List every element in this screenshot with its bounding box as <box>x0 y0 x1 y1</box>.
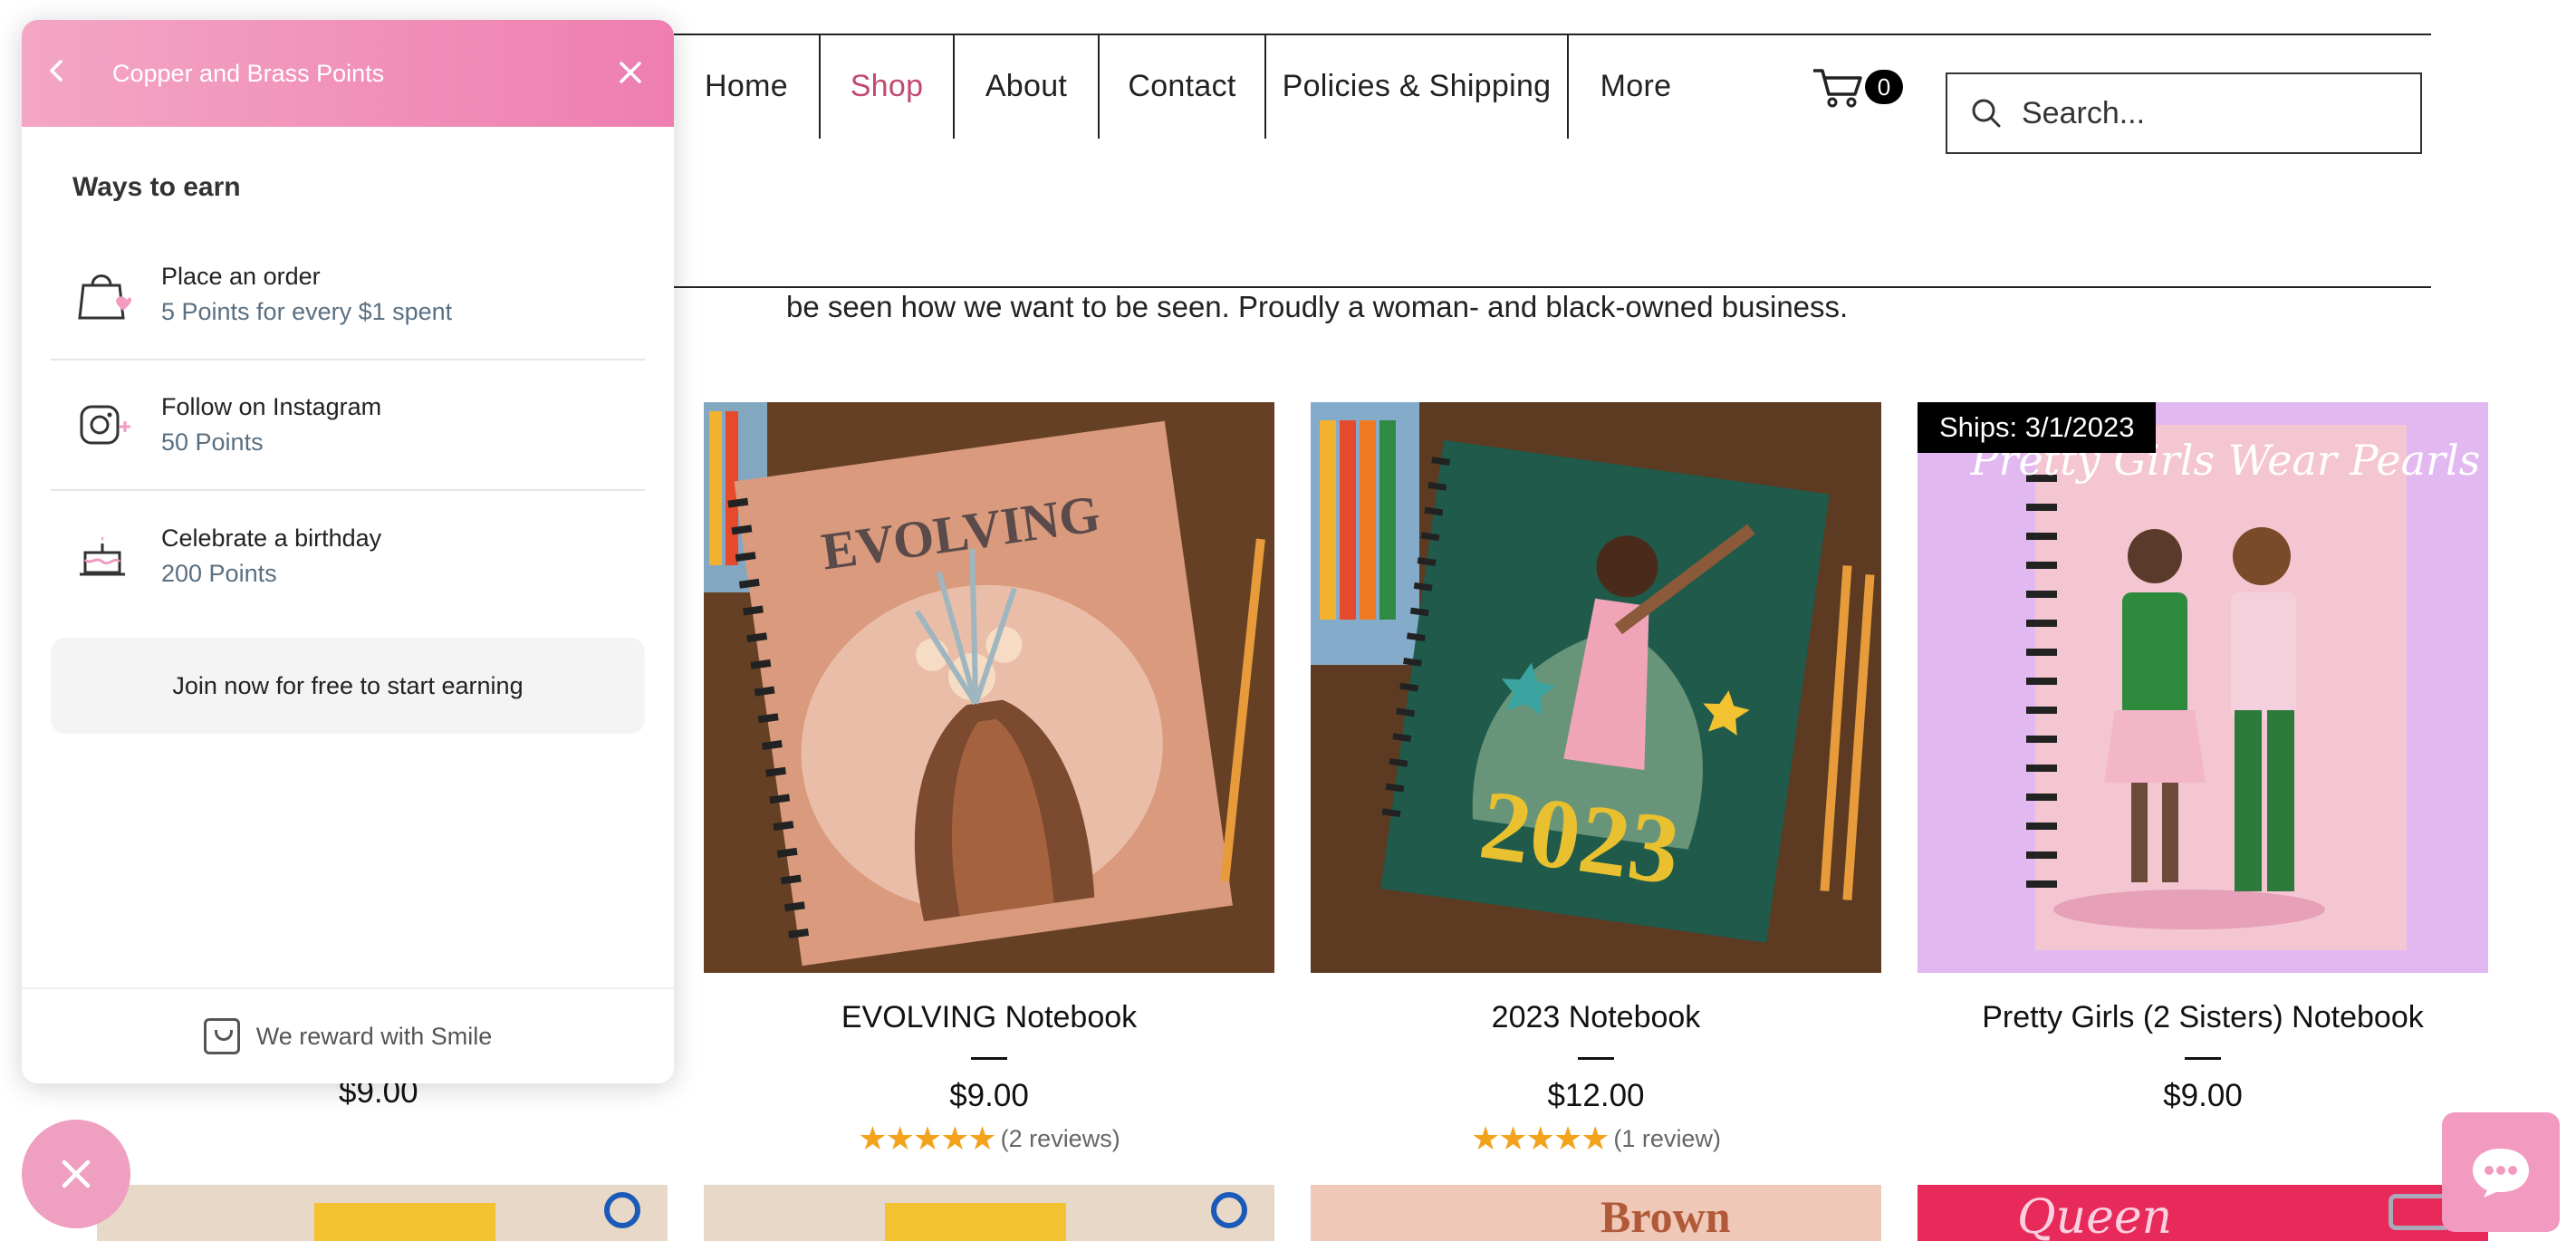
product-thumb-partial-2[interactable] <box>704 1185 1274 1241</box>
product-name[interactable]: EVOLVING Notebook <box>704 1000 1274 1035</box>
product-divider <box>1578 1057 1614 1060</box>
earn-title: Place an order <box>161 263 321 290</box>
join-now-button[interactable]: Join now for free to start earning <box>51 638 645 734</box>
earn-list: Place an order 5 Points for every $1 spe… <box>51 230 645 621</box>
intro-text: be seen how we want to be seen. Proudly … <box>786 290 1849 323</box>
product-image-2023[interactable]: 2023 <box>1311 402 1881 973</box>
product-card-2023[interactable]: 2023 2023 Notebook $12.00 ★★★★★ (1 revie… <box>1311 402 1881 1158</box>
product-price: $12.00 <box>1547 1078 1645 1113</box>
product-name[interactable]: Pretty Girls (2 Sisters) Notebook <box>1918 1000 2488 1035</box>
main-nav: Home Shop About Contact Policies & Shipp… <box>674 34 1703 139</box>
product-image-evolving[interactable]: EVOLVING <box>704 402 1274 973</box>
thumb-label-brown: Brown <box>1600 1191 1731 1241</box>
product-name[interactable]: 2023 Notebook <box>1311 1000 1881 1035</box>
review-count: (1 review) <box>1613 1124 1721 1152</box>
earn-item-birthday[interactable]: Celebrate a birthday 200 Points <box>51 491 645 621</box>
earn-title: Celebrate a birthday <box>161 524 382 552</box>
product-image-pretty-girls[interactable]: Pretty Girls Wear Pearls Ships: 3/1/2023 <box>1918 402 2488 973</box>
nav-policies-shipping[interactable]: Policies & Shipping <box>1264 34 1567 139</box>
search-input[interactable] <box>2022 95 2402 131</box>
earn-item-instagram[interactable]: Follow on Instagram 50 Points <box>51 361 645 491</box>
earn-points: 50 Points <box>161 428 264 456</box>
loyalty-panel: Copper and Brass Points Ways to earn Pla… <box>22 20 674 1083</box>
product-card-evolving[interactable]: EVOLVING EVOLVING Notebook $9.00 ★★★★★ (… <box>704 402 1274 1158</box>
nav-contact[interactable]: Contact <box>1098 34 1264 139</box>
rewards-launcher-close-button[interactable] <box>22 1120 130 1228</box>
nav-shop[interactable]: Shop <box>819 34 953 139</box>
star-rating-icon: ★★★★★ <box>1471 1120 1610 1157</box>
product-divider <box>971 1057 1007 1060</box>
smile-logo-icon <box>203 1018 240 1054</box>
panel-title: Copper and Brass Points <box>112 59 385 87</box>
header-bottom-rule <box>674 286 2431 288</box>
product-price: $9.00 <box>949 1078 1029 1113</box>
cart-count-badge: 0 <box>1865 70 1903 104</box>
earn-points: 5 Points for every $1 spent <box>161 298 453 325</box>
product-thumb-partial-1[interactable] <box>97 1185 668 1241</box>
ships-date-badge: Ships: 3/1/2023 <box>1918 402 2157 453</box>
star-rating-icon: ★★★★★ <box>858 1120 996 1157</box>
product-rating[interactable]: ★★★★★ (2 reviews) <box>704 1120 1274 1158</box>
earn-title: Follow on Instagram <box>161 393 382 420</box>
nav-home[interactable]: Home <box>674 34 819 139</box>
close-icon[interactable] <box>612 54 649 92</box>
chat-button[interactable] <box>2442 1112 2560 1232</box>
earn-points: 200 Points <box>161 560 277 587</box>
product-price: $9.00 <box>2163 1078 2243 1113</box>
product-card-pretty-girls[interactable]: Pretty Girls Wear Pearls Ships: 3/1/2023… <box>1918 402 2488 1114</box>
back-chevron-icon[interactable] <box>47 56 89 91</box>
product-divider <box>2185 1057 2221 1060</box>
footer-text: We reward with Smile <box>255 1022 493 1050</box>
product-rating[interactable]: ★★★★★ (1 review) <box>1311 1120 1881 1158</box>
search-icon <box>1972 99 2001 128</box>
shopping-bag-icon <box>78 274 132 320</box>
panel-header: Copper and Brass Points <box>22 20 674 127</box>
panel-footer[interactable]: We reward with Smile <box>22 987 674 1083</box>
ways-to-earn-heading: Ways to earn <box>72 172 241 202</box>
earn-item-place-order[interactable]: Place an order 5 Points for every $1 spe… <box>51 230 645 361</box>
nav-about[interactable]: About <box>953 34 1098 139</box>
thumb-label-queen: Queen <box>2017 1190 2173 1241</box>
close-icon <box>62 1159 91 1188</box>
product-thumb-brown[interactable]: Brown <box>1311 1185 1881 1241</box>
review-count: (2 reviews) <box>1000 1124 1120 1152</box>
nav-more[interactable]: More <box>1567 34 1703 139</box>
product-thumb-queen[interactable]: Queen <box>1918 1185 2488 1241</box>
birthday-cake-icon <box>80 536 125 576</box>
chat-bubble-icon <box>2473 1149 2529 1198</box>
search-box[interactable] <box>1946 72 2422 154</box>
instagram-icon <box>80 405 130 445</box>
